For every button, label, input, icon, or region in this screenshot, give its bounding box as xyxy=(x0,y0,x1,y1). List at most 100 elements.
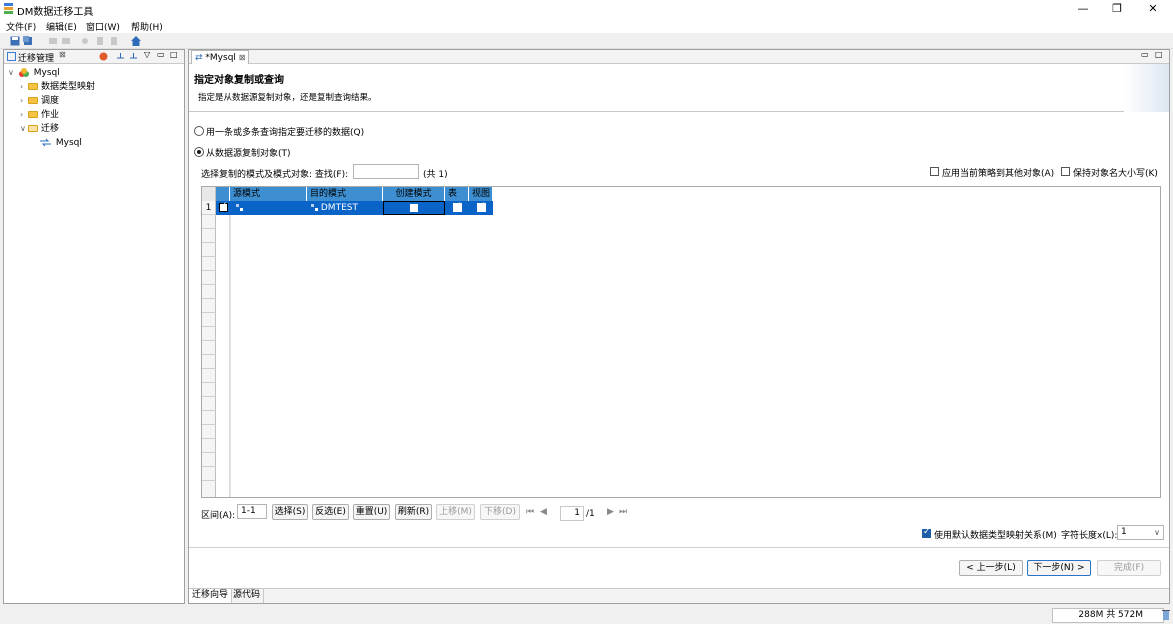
create-schema-checkbox[interactable] xyxy=(410,204,418,212)
tree-root[interactable]: ∨ Mysql xyxy=(8,66,60,80)
grid-header-check[interactable] xyxy=(216,187,230,201)
keep-case-label[interactable]: 保持对象名大小写(K) xyxy=(1073,166,1158,179)
invert-button[interactable]: 反选(E) xyxy=(312,504,349,520)
finish-button[interactable]: 完成(F) xyxy=(1097,560,1161,576)
chevron-right-icon[interactable]: › xyxy=(20,108,28,122)
memory-indicator: 288M 共 572M xyxy=(1052,608,1164,623)
redo-icon[interactable] xyxy=(61,36,71,46)
chevron-down-icon[interactable]: ∨ xyxy=(8,66,16,80)
menu-file[interactable]: 文件(F) xyxy=(6,20,36,33)
save-all-icon[interactable] xyxy=(23,36,33,46)
undo-icon[interactable] xyxy=(48,36,58,46)
char-length-value: 1 xyxy=(1121,527,1127,537)
minimize-icon[interactable]: ▭ xyxy=(1141,50,1149,59)
grid-header-create[interactable]: 创建模式 xyxy=(383,187,445,201)
default-mapping-label[interactable]: 使用默认数据类型映射关系(M) xyxy=(934,528,1057,541)
apply-policy-label[interactable]: 应用当前策略到其他对象(A) xyxy=(942,166,1054,179)
row-number: 1 xyxy=(202,201,216,215)
prev-page-icon[interactable]: ◀ xyxy=(540,507,547,517)
trash-icon[interactable] xyxy=(1162,609,1170,621)
prev-step-button[interactable]: < 上一步(L) xyxy=(959,560,1023,576)
close-icon[interactable]: ⊠ xyxy=(239,53,246,62)
target-schema-cell[interactable]: DMTEST xyxy=(311,201,358,215)
chevron-down-icon[interactable]: ∨ xyxy=(20,122,28,136)
view-menu-icon[interactable]: ▽ xyxy=(144,50,150,59)
tab-source-code[interactable]: 源代码 xyxy=(230,589,265,603)
divider xyxy=(189,547,1169,548)
tab-mysql[interactable]: ⇄ *Mysql ⊠ xyxy=(191,50,249,64)
db-icon[interactable] xyxy=(99,52,108,61)
next-page-icon[interactable]: ▶ xyxy=(607,507,614,517)
refresh-button[interactable]: 刷新(R) xyxy=(395,504,432,520)
create-schema-cell[interactable] xyxy=(383,201,445,215)
bottom-tab-bar: 迁移向导 源代码 xyxy=(189,588,1169,603)
reset-button[interactable]: 重置(U) xyxy=(353,504,390,520)
tree-item-schedule[interactable]: › 调度 xyxy=(20,94,59,108)
last-page-icon[interactable]: ⏭ xyxy=(619,507,627,517)
tree-item-migration[interactable]: ∨ 迁移 xyxy=(20,122,59,136)
grid-header-table[interactable]: 表 xyxy=(445,187,469,201)
menu-edit[interactable]: 编辑(E) xyxy=(46,20,77,33)
app-icon xyxy=(4,3,13,14)
tree-item-job[interactable]: › 作业 xyxy=(20,108,59,122)
page-input[interactable]: 1 xyxy=(560,506,584,521)
char-length-select[interactable]: 1 ∨ xyxy=(1117,525,1164,540)
keep-case-checkbox[interactable] xyxy=(1061,167,1070,176)
grid-corner xyxy=(202,187,216,201)
grid-header-view[interactable]: 视图 xyxy=(469,187,493,201)
table-checkbox[interactable] xyxy=(453,201,462,212)
row-select-checkbox[interactable] xyxy=(219,201,228,212)
cut-icon[interactable] xyxy=(80,36,90,46)
close-icon[interactable]: ✕ xyxy=(1143,1,1163,17)
table-row[interactable]: DMTEST xyxy=(216,201,493,215)
import-icon[interactable] xyxy=(116,52,125,61)
grid-header-target[interactable]: 目的模式 xyxy=(307,187,383,201)
source-schema-cell[interactable] xyxy=(236,201,243,215)
status-bar: 288M 共 572M xyxy=(0,606,1173,624)
chevron-right-icon[interactable]: › xyxy=(20,94,28,108)
maximize-icon[interactable]: □ xyxy=(170,50,178,59)
home-icon[interactable] xyxy=(131,36,141,46)
paste-icon[interactable] xyxy=(109,36,119,46)
char-length-label: 字符长度x(L): xyxy=(1061,531,1118,541)
chevron-down-icon[interactable]: ∨ xyxy=(1154,526,1160,539)
tree-item-label: 作业 xyxy=(41,110,60,120)
row-number xyxy=(202,355,216,369)
tree-item-migration-mysql[interactable]: Mysql xyxy=(40,136,82,150)
tab-wizard[interactable]: 迁移向导 xyxy=(189,589,233,603)
copy-option-label[interactable]: 从数据源复制对象(T) xyxy=(206,146,291,159)
tree-item-type-mapping[interactable]: › 数据类型映射 xyxy=(20,80,95,94)
migration-task-icon xyxy=(40,138,51,147)
chevron-right-icon[interactable]: › xyxy=(20,80,28,94)
move-down-button[interactable]: 下移(D) xyxy=(480,504,520,520)
first-page-icon[interactable]: ⏮ xyxy=(526,507,534,517)
default-mapping-checkbox[interactable] xyxy=(922,527,931,538)
save-icon[interactable] xyxy=(10,36,20,46)
copy-icon[interactable] xyxy=(95,36,105,46)
apply-policy-checkbox[interactable] xyxy=(930,167,939,176)
panel-tab-label[interactable]: 迁移管理 xyxy=(18,51,54,64)
schema-grid[interactable]: 源模式 目的模式 创建模式 表 视图 1 DMTEST xyxy=(201,186,1161,498)
minimize-icon[interactable]: — xyxy=(1073,1,1093,17)
close-icon[interactable]: ⊠ xyxy=(59,50,66,59)
query-option-label[interactable]: 用一条或多条查询指定要迁移的数据(Q) xyxy=(206,125,364,138)
export-icon[interactable] xyxy=(129,52,138,61)
move-up-button[interactable]: 上移(M) xyxy=(436,504,475,520)
menu-help[interactable]: 帮助(H) xyxy=(131,20,163,33)
find-input[interactable] xyxy=(353,164,419,179)
view-checkbox[interactable] xyxy=(477,201,486,212)
menu-window[interactable]: 窗口(W) xyxy=(86,20,120,33)
copy-option-radio[interactable] xyxy=(194,147,204,157)
minimize-icon[interactable]: ▭ xyxy=(157,50,165,59)
row-number xyxy=(202,299,216,313)
query-option-radio[interactable] xyxy=(194,126,204,136)
open-folder-icon xyxy=(28,125,38,132)
next-step-button[interactable]: 下一步(N) > xyxy=(1027,560,1091,576)
select-button[interactable]: 选择(S) xyxy=(272,504,308,520)
grid-header-source[interactable]: 源模式 xyxy=(230,187,307,201)
range-input[interactable]: 1-1 xyxy=(237,504,267,519)
migration-icon xyxy=(7,52,16,61)
maximize-icon[interactable]: ❐ xyxy=(1107,1,1127,17)
maximize-icon[interactable]: □ xyxy=(1155,50,1163,59)
page-total: /1 xyxy=(586,509,595,519)
